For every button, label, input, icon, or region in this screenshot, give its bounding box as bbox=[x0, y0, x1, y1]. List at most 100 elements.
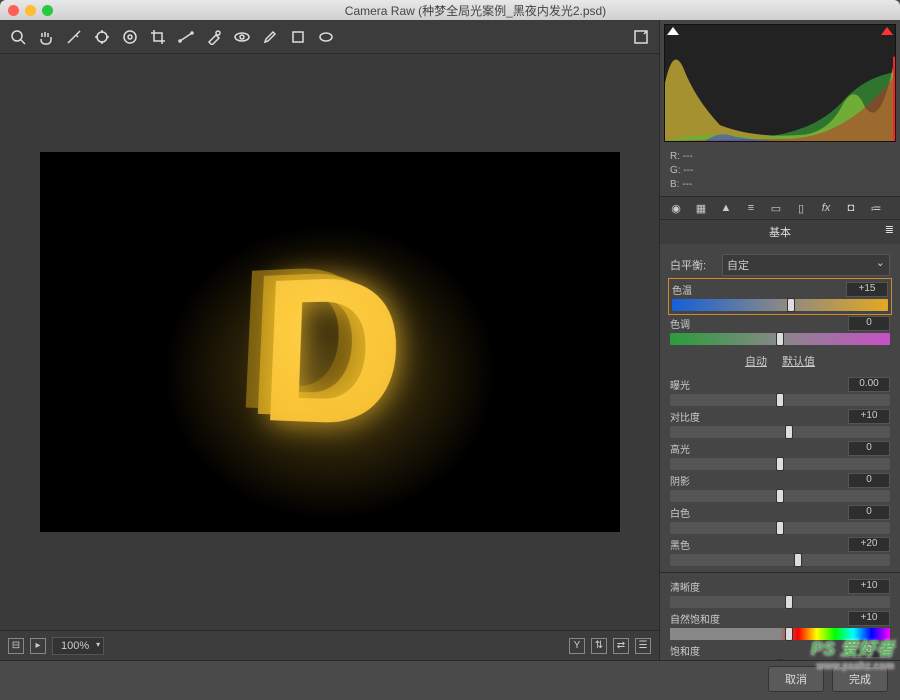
adjustment-brush-icon[interactable] bbox=[262, 29, 278, 45]
slider-tint-thumb[interactable] bbox=[776, 332, 784, 346]
r-readout: R: --- bbox=[670, 150, 890, 164]
rendered-letter-d: D bbox=[255, 227, 407, 478]
slider-tint-track[interactable] bbox=[670, 333, 890, 345]
slider-shadows-label: 阴影 bbox=[670, 473, 690, 488]
swap-icon[interactable]: ⇅ bbox=[591, 638, 607, 654]
slider-contrast-track[interactable] bbox=[670, 426, 890, 438]
basic-tab-icon[interactable]: ◉ bbox=[668, 200, 684, 216]
histogram[interactable] bbox=[664, 24, 896, 142]
slider-whites: 白色 0 bbox=[670, 505, 890, 534]
red-eye-icon[interactable] bbox=[234, 29, 250, 45]
slider-clarity: 清晰度+10 bbox=[670, 579, 890, 608]
maximize-window-button[interactable] bbox=[42, 5, 53, 16]
slider-shadows: 阴影 0 bbox=[670, 473, 890, 502]
image-canvas: D bbox=[40, 152, 620, 532]
slider-contrast-thumb[interactable] bbox=[785, 425, 793, 439]
slider-whites-track[interactable] bbox=[670, 522, 890, 534]
filmstrip-toggle-icon[interactable]: ⊟ bbox=[8, 638, 24, 654]
slider-vibrance-thumb[interactable] bbox=[785, 627, 793, 641]
slider-blacks-value[interactable]: +20 bbox=[848, 537, 890, 552]
dialog-footer: 取消 完成 bbox=[0, 660, 900, 696]
lens-tab-icon[interactable]: ▯ bbox=[793, 200, 809, 216]
color-sampler-icon[interactable] bbox=[94, 29, 110, 45]
zoom-select[interactable]: 100% bbox=[52, 637, 104, 655]
slider-highlights-label: 高光 bbox=[670, 441, 690, 456]
curve-tab-icon[interactable]: ▦ bbox=[693, 200, 709, 216]
slider-highlights: 高光 0 bbox=[670, 441, 890, 470]
slider-blacks: 黑色+20 bbox=[670, 537, 890, 566]
radial-filter-icon[interactable] bbox=[318, 29, 334, 45]
slider-whites-thumb[interactable] bbox=[776, 521, 784, 535]
slider-saturation-label: 饱和度 bbox=[670, 643, 700, 658]
zoom-tool-icon[interactable] bbox=[10, 29, 26, 45]
slider-shadows-value[interactable]: 0 bbox=[848, 473, 890, 488]
slider-contrast-value[interactable]: +10 bbox=[848, 409, 890, 424]
panel-title: 基本 bbox=[660, 220, 900, 244]
settings-menu-icon[interactable]: ☰ bbox=[635, 638, 651, 654]
slider-temp-track[interactable] bbox=[672, 299, 888, 311]
slider-exposure-track[interactable] bbox=[670, 394, 890, 406]
panel-tabs: ◉ ▦ ▲ ≡ ▭ ▯ fx ◘ ≔ bbox=[660, 196, 900, 220]
right-panel: R: --- G: --- B: --- ◉ ▦ ▲ ≡ ▭ ▯ fx ◘ ≔ … bbox=[659, 20, 900, 660]
graduated-filter-icon[interactable] bbox=[290, 29, 306, 45]
slider-exposure-label: 曝光 bbox=[670, 377, 690, 392]
slider-clarity-thumb[interactable] bbox=[785, 595, 793, 609]
top-toolbar bbox=[0, 20, 659, 54]
slider-shadows-track[interactable] bbox=[670, 490, 890, 502]
presets-tab-icon[interactable]: ≔ bbox=[868, 200, 884, 216]
before-after-y-icon[interactable]: Y bbox=[569, 638, 585, 654]
slider-blacks-track[interactable] bbox=[670, 554, 890, 566]
slider-clarity-track[interactable] bbox=[670, 596, 890, 608]
auto-default-links: 自动 默认值 bbox=[670, 353, 890, 369]
shadow-clip-icon[interactable] bbox=[667, 27, 679, 35]
slider-blacks-thumb[interactable] bbox=[794, 553, 802, 567]
targeted-adjust-icon[interactable] bbox=[122, 29, 138, 45]
slider-exposure-thumb[interactable] bbox=[776, 393, 784, 407]
preferences-icon[interactable] bbox=[633, 29, 649, 45]
camera-tab-icon[interactable]: ◘ bbox=[843, 200, 859, 216]
slider-highlights-thumb[interactable] bbox=[776, 457, 784, 471]
main-area: D ⊟ ▸ 100% Y ⇅ ⇄ ☰ R: --- bbox=[0, 20, 900, 660]
g-readout: G: --- bbox=[670, 164, 890, 178]
slider-exposure: 曝光 0.00 bbox=[670, 377, 890, 406]
highlight-clip-icon[interactable] bbox=[881, 27, 893, 35]
watermark: PS 爱好者 www.psahz.com bbox=[811, 635, 894, 672]
titlebar: Camera Raw (种梦全局光案例_黑夜内发光2.psd) bbox=[0, 0, 900, 20]
filmstrip-toggle2-icon[interactable]: ▸ bbox=[30, 638, 46, 654]
left-pane: D ⊟ ▸ 100% Y ⇅ ⇄ ☰ bbox=[0, 20, 659, 660]
slider-vibrance-value[interactable]: +10 bbox=[848, 611, 890, 626]
copy-settings-icon[interactable]: ⇄ bbox=[613, 638, 629, 654]
spot-removal-icon[interactable] bbox=[206, 29, 222, 45]
slider-shadows-thumb[interactable] bbox=[776, 489, 784, 503]
slider-whites-value[interactable]: 0 bbox=[848, 505, 890, 520]
slider-highlights-track[interactable] bbox=[670, 458, 890, 470]
slider-contrast-label: 对比度 bbox=[670, 409, 700, 424]
rgb-readout: R: --- G: --- B: --- bbox=[660, 146, 900, 196]
white-balance-tool-icon[interactable] bbox=[66, 29, 82, 45]
minimize-window-button[interactable] bbox=[25, 5, 36, 16]
slider-temp-thumb[interactable] bbox=[787, 298, 795, 312]
split-tab-icon[interactable]: ▭ bbox=[768, 200, 784, 216]
slider-exposure-value[interactable]: 0.00 bbox=[848, 377, 890, 392]
hsl-tab-icon[interactable]: ≡ bbox=[743, 200, 759, 216]
slider-highlights-value[interactable]: 0 bbox=[848, 441, 890, 456]
slider-saturation-thumb[interactable] bbox=[776, 659, 784, 660]
slider-vibrance-label: 自然饱和度 bbox=[670, 611, 720, 626]
slider-tint: 色调0 bbox=[670, 316, 890, 345]
fx-tab-icon[interactable]: fx bbox=[818, 200, 834, 216]
slider-tint-value[interactable]: 0 bbox=[848, 316, 890, 331]
crop-tool-icon[interactable] bbox=[150, 29, 166, 45]
auto-link[interactable]: 自动 bbox=[745, 356, 767, 368]
wb-select[interactable]: 自定 bbox=[722, 254, 890, 276]
basic-panel: 白平衡: 自定 色温+15色调0 自动 默认值 曝光0.00对比度+10高光0阴… bbox=[660, 244, 900, 660]
slider-clarity-value[interactable]: +10 bbox=[848, 579, 890, 594]
detail-tab-icon[interactable]: ▲ bbox=[718, 200, 734, 216]
slider-contrast: 对比度 +10 bbox=[670, 409, 890, 438]
slider-whites-label: 白色 bbox=[670, 505, 690, 520]
slider-temp-value[interactable]: +15 bbox=[846, 282, 888, 297]
preview-area[interactable]: D bbox=[0, 54, 659, 630]
default-link[interactable]: 默认值 bbox=[782, 356, 815, 368]
straighten-tool-icon[interactable] bbox=[178, 29, 194, 45]
hand-tool-icon[interactable] bbox=[38, 29, 54, 45]
close-window-button[interactable] bbox=[8, 5, 19, 16]
